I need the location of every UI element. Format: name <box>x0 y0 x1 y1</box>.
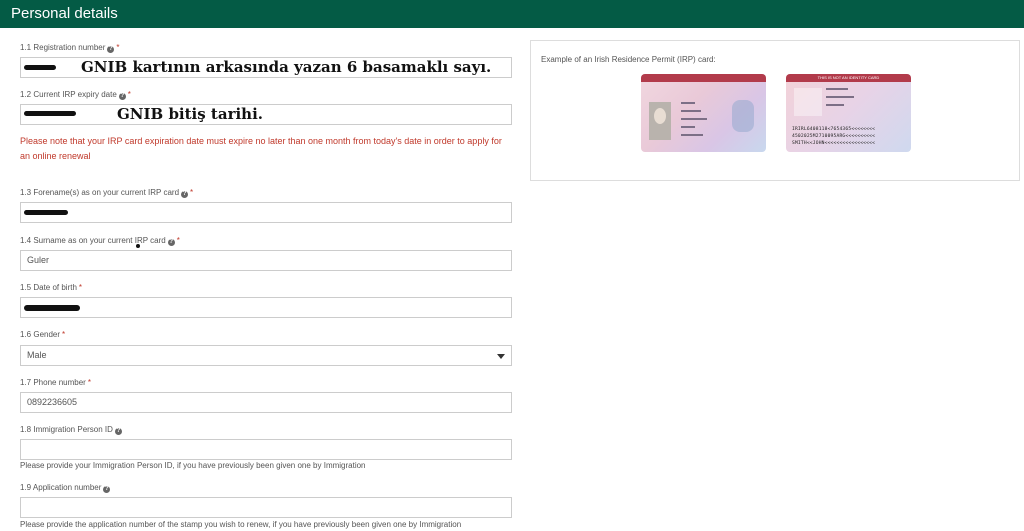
gender-label: 1.6 Gender * <box>20 330 66 339</box>
expiry-date-input[interactable]: GNIB bitiş tarihi. <box>20 104 512 125</box>
redaction-mark <box>24 210 68 215</box>
page-title: Personal details <box>11 5 118 22</box>
card-stripe: THIS IS NOT AN IDENTITY CARD <box>786 74 911 82</box>
expiry-annotation: GNIB bitiş tarihi. <box>117 105 263 123</box>
required-asterisk: * <box>87 378 91 387</box>
page-header: Personal details <box>0 0 1024 28</box>
registration-number-input[interactable]: GNIB kartının arkasında yazan 6 basamakl… <box>20 57 512 78</box>
surname-label: 1.4 Surname as on your current IRP card?… <box>20 236 180 246</box>
immigration-id-input[interactable] <box>20 439 512 460</box>
mrz-line: IRIRL6408118<7654365<<<<<<<< <box>792 127 876 132</box>
surname-value: Guler <box>27 255 50 265</box>
redaction-mark <box>24 111 76 116</box>
chevron-down-icon[interactable] <box>497 354 505 359</box>
immigration-id-label: 1.8 Immigration Person ID? <box>20 425 122 435</box>
irp-card-back-image: THIS IS NOT AN IDENTITY CARD IRIRL640811… <box>786 74 911 152</box>
required-asterisk: * <box>176 236 180 245</box>
help-icon[interactable]: ? <box>167 239 175 246</box>
mrz-line: SMITH<<JOHN<<<<<<<<<<<<<<<<< <box>792 141 876 146</box>
application-number-input[interactable] <box>20 497 512 518</box>
registration-number-label: 1.1 Registration number? * <box>20 43 120 53</box>
portrait-photo <box>649 102 671 140</box>
required-asterisk: * <box>190 188 194 197</box>
registration-annotation: GNIB kartının arkasında yazan 6 basamakl… <box>81 58 492 76</box>
mrz-line: 4502025M2710095ARG<<<<<<<<<< <box>792 134 876 139</box>
card-stripe <box>641 74 766 82</box>
phone-value: 0892236605 <box>27 397 78 407</box>
harp-emblem-icon <box>732 100 754 132</box>
card-chip <box>794 88 822 116</box>
phone-input[interactable]: 0892236605 <box>20 392 512 413</box>
help-icon[interactable]: ? <box>103 486 111 493</box>
forename-label: 1.3 Forename(s) as on your current IRP c… <box>20 188 194 198</box>
required-asterisk: * <box>62 330 66 339</box>
help-icon[interactable]: ? <box>107 46 115 53</box>
irp-example-panel: Example of an Irish Residence Permit (IR… <box>530 40 1020 181</box>
phone-label: 1.7 Phone number * <box>20 378 91 387</box>
dob-input[interactable] <box>20 297 512 318</box>
expiry-warning-text: Please note that your IRP card expiratio… <box>20 136 502 161</box>
application-number-label: 1.9 Application number? <box>20 483 111 493</box>
required-asterisk: * <box>116 43 120 52</box>
irp-example-title: Example of an Irish Residence Permit (IR… <box>541 55 716 64</box>
gender-select[interactable]: Male <box>20 345 512 366</box>
required-asterisk: * <box>78 283 83 292</box>
expiry-date-label: 1.2 Current IRP expiry date? * <box>20 90 131 100</box>
required-asterisk: * <box>127 90 131 99</box>
dob-label: 1.5 Date of birth * <box>20 283 83 292</box>
cursor-dot <box>136 244 140 248</box>
redaction-mark <box>24 65 56 70</box>
help-icon[interactable]: ? <box>118 93 126 100</box>
surname-input[interactable]: Guler <box>20 250 512 271</box>
immigration-id-help: Please provide your Immigration Person I… <box>20 461 366 470</box>
application-number-help: Please provide the application number of… <box>20 520 462 529</box>
help-icon[interactable]: ? <box>181 191 189 198</box>
irp-card-front-image <box>641 74 766 152</box>
help-icon[interactable]: ? <box>114 428 122 435</box>
redaction-mark <box>24 305 80 311</box>
gender-value: Male <box>27 350 47 360</box>
forename-input[interactable] <box>20 202 512 223</box>
